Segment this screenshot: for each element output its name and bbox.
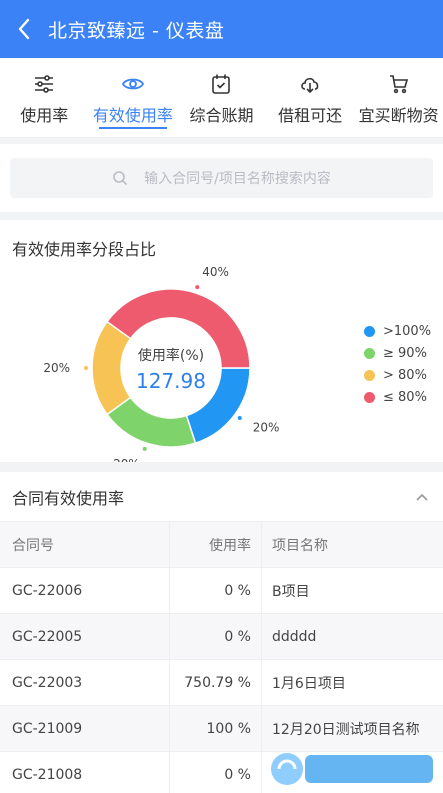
slice-label-dot [84,366,88,370]
slice-label-dot [237,415,242,420]
cell-usage-rate: 0 % [170,568,262,613]
slice-label: 40% [202,265,229,279]
legend-swatch [364,325,375,337]
slice-label-dot [142,446,147,451]
legend-item[interactable]: ≥ 90% [364,342,431,364]
cell-project-name: ddddd [272,628,317,645]
slice-label-dot [195,285,200,290]
donut-center-label: 使用率(%) [138,347,204,364]
tab-effective-usage-rate[interactable]: 有效使用率 [89,58,178,137]
back-button[interactable] [0,0,48,58]
search-placeholder: 输入合同号/项目名称搜索内容 [144,171,331,187]
search-input[interactable]: 输入合同号/项目名称搜索内容 [10,158,433,198]
chevron-left-icon [18,18,30,40]
cell-project-name: B项目 [272,583,310,600]
tab-returnable[interactable]: 借租可还 [266,58,355,137]
tab-buyout-materials[interactable]: 宜买断物资 [354,58,443,137]
cell-contract-no: GC-21008 [0,752,170,793]
legend-swatch [364,347,375,359]
page-title: 北京致臻远 - 仪表盘 [48,19,225,42]
chevron-up-icon[interactable] [415,492,429,502]
tab-label: 使用率 [20,106,69,125]
table-header-row: 合同号 使用率 项目名称 [0,522,443,568]
tab-billing-period[interactable]: 综合账期 [177,58,266,137]
cell-project-name: 12月20日测试项目名称 [272,721,420,738]
cell-usage-rate: 750.79 % [170,660,262,705]
search-bar-container: 输入合同号/项目名称搜索内容 [0,144,443,212]
donut-center-value: 127.98 [136,369,206,393]
slice-label: 20% [113,457,140,462]
legend-item[interactable]: >100% [364,320,431,342]
header-usage-rate: 使用率 [170,522,262,567]
sliders-icon [35,75,54,93]
donut-chart: 20% 20% 20% 40% 使用率(%) 127.98 [43,265,280,462]
tab-bar: 使用率 有效使用率 综合账期 借租可还 宜买断物资 [0,58,443,138]
eye-icon [121,78,144,90]
legend-label: ≤ 80% [383,389,427,405]
cell-usage-rate: 100 % [170,706,262,751]
tab-usage-rate[interactable]: 使用率 [0,58,89,137]
cell-contract-no: GC-22005 [0,614,170,659]
legend-label: > 80% [383,367,427,383]
table-row[interactable]: GC-22003 750.79 % 1月6日项目 [0,660,443,706]
table-section-header[interactable]: 合同有效使用率 [0,472,443,522]
table-row[interactable]: GC-22006 0 % B项目 [0,568,443,614]
app-header: 北京致臻远 - 仪表盘 [0,0,443,58]
legend-item[interactable]: ≤ 80% [364,386,431,408]
cloud-download-icon [301,77,319,94]
cell-project-name: 1月6日项目 [272,675,346,692]
chart-legend: >100% ≥ 90% > 80% ≤ 80% [364,320,431,408]
slice-label: 20% [253,420,280,434]
legend-item[interactable]: > 80% [364,364,431,386]
cell-usage-rate: 0 % [170,614,262,659]
table-row[interactable]: GC-21009 100 % 12月20日测试项目名称 [0,706,443,752]
cell-contract-no: GC-21009 [0,706,170,751]
tab-label: 宜买断物资 [358,106,439,125]
slice-label: 20% [43,361,70,375]
chart-card: 有效使用率分段占比 20%20%20%40%使用率(%)127.98 >100%… [0,220,443,462]
legend-swatch [364,369,375,381]
cell-contract-no: GC-22003 [0,660,170,705]
header-project-name: 项目名称 [272,537,328,554]
tab-label: 借租可还 [278,106,343,125]
cell-usage-rate: 0 % [170,752,262,793]
tab-label: 有效使用率 [92,106,173,125]
legend-swatch [364,391,375,403]
section-title: 合同有效使用率 [12,488,125,508]
cell-contract-no: GC-22006 [0,568,170,613]
donut-slice[interactable] [91,320,132,416]
cart-icon [389,75,408,94]
legend-label: >100% [383,323,432,339]
calendar-check-icon [212,74,231,94]
search-icon [113,171,128,186]
tab-label: 综合账期 [189,106,254,125]
table-row[interactable]: GC-22005 0 % ddddd [0,614,443,660]
header-contract-no: 合同号 [0,522,170,567]
watermark-logo [271,753,433,785]
legend-label: ≥ 90% [383,345,427,361]
